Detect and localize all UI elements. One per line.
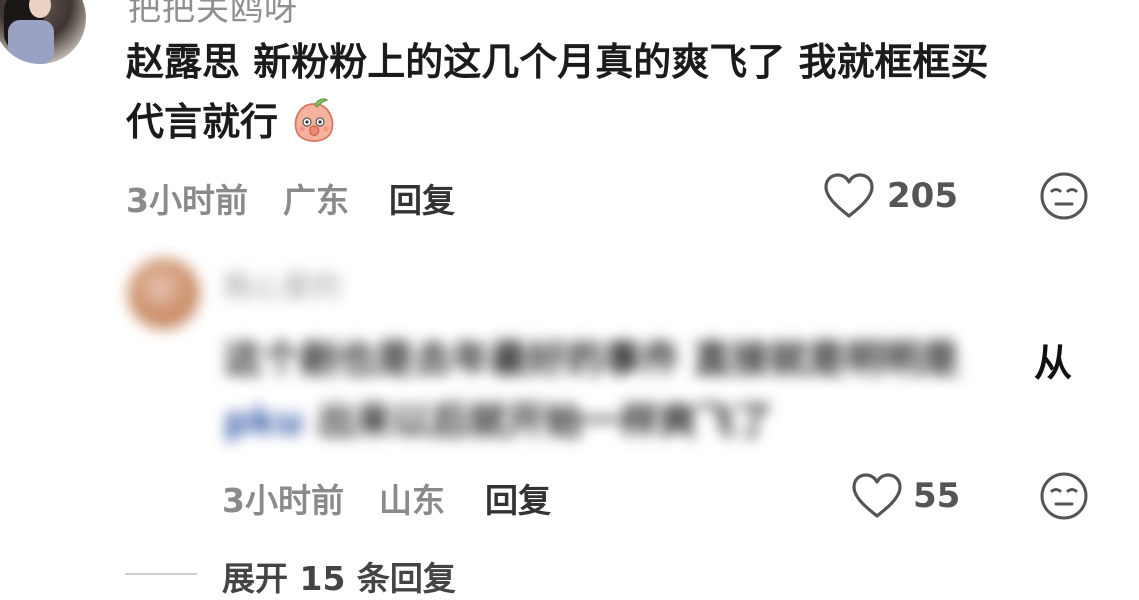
- dislike-button[interactable]: [1039, 171, 1089, 221]
- reply-text: 这个剧也是去年最好的事件 直接就是明明是 pku 出来以后就开始一样爽飞了: [224, 328, 1074, 452]
- reply-reply-button[interactable]: 回复: [485, 474, 551, 522]
- neutral-face-icon: [1040, 172, 1088, 220]
- heart-icon: [852, 473, 902, 518]
- reply-like-button[interactable]: [850, 472, 904, 520]
- user-avatar[interactable]: [0, 0, 86, 64]
- expand-replies-button[interactable]: 展开 15 条回复: [222, 552, 456, 600]
- comment-text-line2-wrap: 代言就行: [126, 92, 1086, 152]
- comment-username[interactable]: 把把关鸥呀: [128, 0, 298, 30]
- reply-mention[interactable]: pku: [224, 399, 304, 443]
- reply-text-line2: 出来以后就开始一样爽飞了: [316, 399, 773, 443]
- heart-icon: [824, 173, 874, 218]
- reply-button[interactable]: 回复: [389, 174, 455, 222]
- reply-avatar[interactable]: [128, 258, 200, 330]
- reply-text-line2-wrap: pku 出来以后就开始一样爽飞了: [224, 390, 1074, 452]
- peach-shy-emoji-icon: [294, 98, 334, 142]
- reply-text-line1: 这个剧也是去年最好的事件 直接就是明明是: [224, 337, 960, 381]
- comment-location: 广东: [283, 181, 349, 220]
- reply-time: 3小时前: [222, 481, 344, 520]
- comment-text: 赵露思 新粉粉上的这几个月真的爽飞了 我就框框买 代言就行: [126, 32, 1086, 152]
- comment-time: 3小时前: [126, 181, 248, 220]
- comment-text-line1: 赵露思 新粉粉上的这几个月真的爽飞了 我就框框买: [126, 40, 989, 84]
- reply-text-end: 从: [1034, 341, 1073, 385]
- like-count: 205: [887, 176, 958, 216]
- expand-divider: [125, 573, 197, 575]
- like-button[interactable]: [822, 172, 876, 220]
- reply-like-count: 55: [913, 476, 961, 516]
- reply-dislike-button[interactable]: [1039, 471, 1089, 521]
- reply-location: 山东: [379, 481, 445, 520]
- comment-text-line2: 代言就行: [126, 100, 279, 144]
- reply-username[interactable]: 我心爱的: [222, 262, 342, 306]
- neutral-face-icon: [1040, 472, 1088, 520]
